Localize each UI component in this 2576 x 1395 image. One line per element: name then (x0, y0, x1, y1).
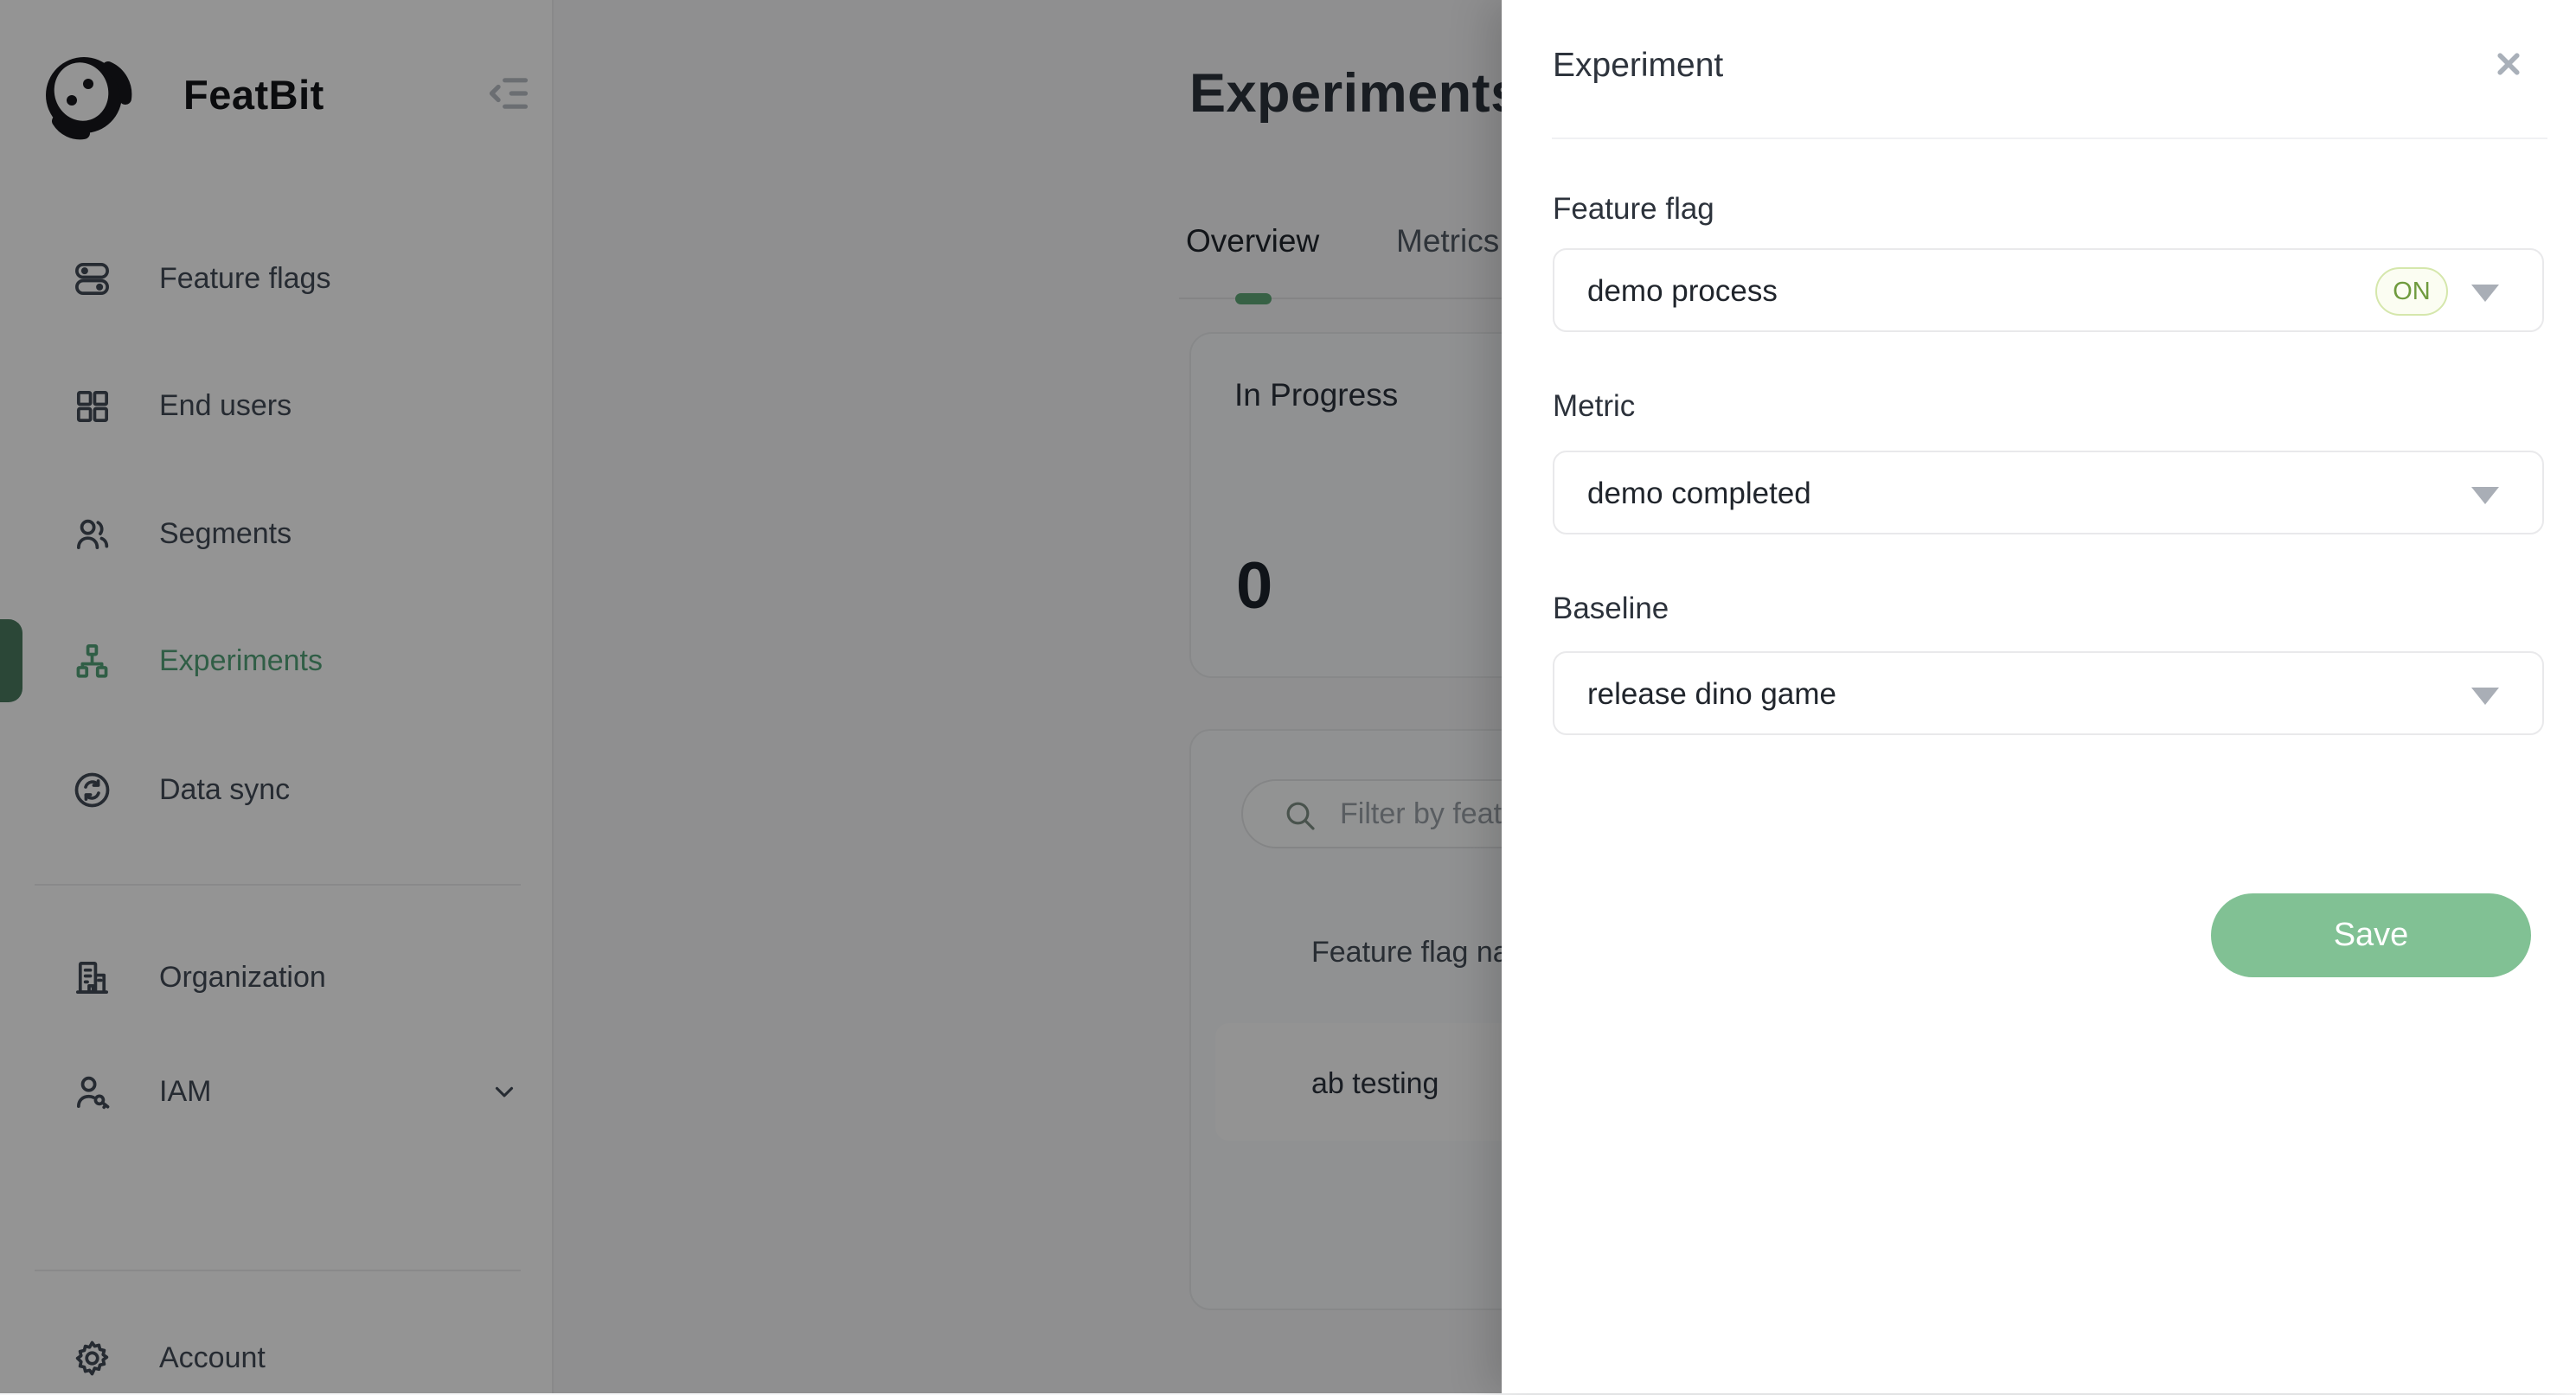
drawer-title: Experiment (1553, 47, 1723, 85)
app-root: FeatBit Feature flags (0, 0, 2576, 1393)
feature-flag-select[interactable]: demo process ON (1553, 248, 2544, 332)
metric-select[interactable]: demo completed (1553, 451, 2544, 534)
drawer-divider (1552, 138, 2547, 139)
caret-down-icon (2471, 688, 2499, 705)
metric-label: Metric (1553, 389, 1635, 424)
status-badge-on: ON (2375, 267, 2448, 316)
baseline-select[interactable]: release dino game (1553, 651, 2544, 735)
metric-value: demo completed (1587, 477, 1811, 511)
save-button[interactable]: Save (2211, 893, 2531, 977)
baseline-value: release dino game (1587, 677, 1836, 712)
feature-flag-label: Feature flag (1553, 192, 1714, 227)
close-icon[interactable] (2486, 42, 2531, 86)
feature-flag-value: demo process (1587, 274, 1778, 309)
caret-down-icon (2471, 285, 2499, 302)
baseline-label: Baseline (1553, 592, 1669, 626)
caret-down-icon (2471, 487, 2499, 504)
experiment-drawer: Experiment Feature flag demo process ON … (1502, 0, 2576, 1393)
